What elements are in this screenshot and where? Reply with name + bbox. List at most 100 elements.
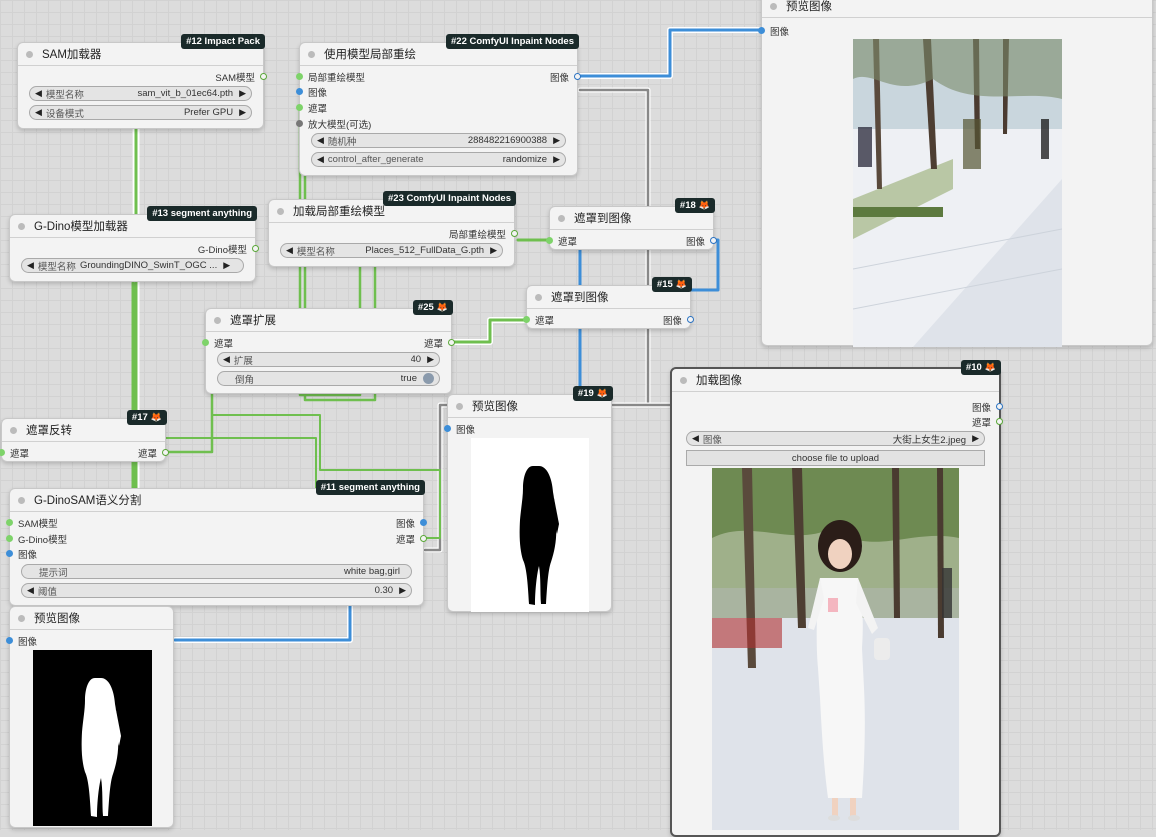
collapse-dot-icon[interactable]	[214, 316, 221, 324]
input-slot-sam-model[interactable]: SAM模型	[6, 516, 58, 530]
output-slot-mask[interactable]: 遮罩	[972, 415, 1003, 429]
node-invert-mask[interactable]: #17 🦊 遮罩反转 遮罩 遮罩	[0, 410, 169, 462]
node-gdino-loader[interactable]: #13 segment anything G-Dino模型加载器 G-Dino模…	[9, 206, 259, 282]
widget-control-after-generate[interactable]: ◀ control_after_generate randomize ▶	[311, 152, 566, 167]
input-slot-mask[interactable]: 遮罩	[0, 446, 29, 460]
widget-prompt[interactable]: 提示词 white bag,girl	[21, 564, 412, 579]
arrow-left-icon[interactable]: ◀	[692, 433, 699, 444]
arrow-left-icon[interactable]: ◀	[35, 107, 42, 118]
node-grow-mask[interactable]: #25 🦊 遮罩扩展 遮罩 遮罩 ◀ 扩展 40 ▶ 倒角 true	[202, 300, 455, 394]
collapse-dot-icon[interactable]	[308, 50, 315, 58]
node-load-image[interactable]: #10 🦊 加载图像 图像 遮罩 ◀ 图像 大街上女生2.jpeg ▶ choose f…	[670, 360, 1003, 837]
arrow-left-icon[interactable]: ◀	[286, 245, 293, 256]
collapse-dot-icon[interactable]	[26, 50, 33, 58]
input-slot-mask[interactable]: 遮罩	[523, 313, 554, 327]
widget-seed[interactable]: ◀ 随机种 288482216900388 ▶	[311, 133, 566, 148]
output-slot-image[interactable]: 图像	[972, 400, 1003, 414]
fox-icon: 🦊	[675, 279, 687, 289]
output-slot-mask[interactable]: 遮罩	[424, 336, 455, 350]
input-pin-icon	[296, 88, 303, 95]
widget-model-name[interactable]: ◀ 模型名称 GroundingDINO_SwinT_OGC ... ▶	[21, 258, 244, 273]
arrow-left-icon[interactable]: ◀	[27, 585, 34, 596]
widget-threshold[interactable]: ◀ 阈值 0.30 ▶	[21, 583, 412, 598]
collapse-dot-icon[interactable]	[680, 376, 687, 384]
fox-icon: 🦊	[436, 302, 448, 312]
node-mask-to-image-15[interactable]: #15 🦊 遮罩到图像 遮罩 图像	[523, 277, 694, 329]
arrow-right-icon[interactable]: ▶	[427, 354, 434, 365]
arrow-left-icon[interactable]: ◀	[27, 260, 34, 271]
input-pin-icon	[296, 73, 303, 80]
arrow-left-icon[interactable]: ◀	[317, 135, 324, 146]
input-pin-icon	[523, 316, 530, 323]
node-sam-loader[interactable]: #12 Impact Pack SAM加载器 SAM模型 ◀ 模型名称 sam_vi…	[17, 34, 267, 129]
output-pin-icon	[420, 519, 427, 526]
collapse-dot-icon[interactable]	[558, 214, 565, 222]
collapse-dot-icon[interactable]	[18, 496, 25, 504]
toggle-icon[interactable]	[423, 373, 434, 384]
output-slot-image[interactable]: 图像	[663, 313, 694, 327]
widget-tapered-corners[interactable]: 倒角 true	[217, 371, 440, 386]
node-preview-image-bottom[interactable]: 预览图像 图像	[6, 606, 174, 828]
input-slot-mask[interactable]: 遮罩	[296, 101, 327, 115]
node-preview-image-19[interactable]: #19 🦊 预览图像 图像	[444, 386, 613, 612]
collapse-dot-icon[interactable]	[18, 614, 25, 622]
node-badge: #23 ComfyUI Inpaint Nodes	[383, 191, 516, 206]
collapse-dot-icon[interactable]	[277, 207, 284, 215]
arrow-right-icon[interactable]: ▶	[399, 585, 406, 596]
node-title[interactable]: 加载图像	[672, 369, 999, 392]
arrow-right-icon[interactable]: ▶	[490, 245, 497, 256]
arrow-right-icon[interactable]: ▶	[553, 135, 560, 146]
collapse-dot-icon[interactable]	[18, 222, 25, 230]
arrow-left-icon[interactable]: ◀	[35, 88, 42, 99]
input-slot-image[interactable]: 图像	[6, 547, 37, 561]
arrow-left-icon[interactable]: ◀	[223, 354, 230, 365]
input-pin-icon	[444, 425, 451, 432]
input-slot-image[interactable]: 图像	[758, 24, 789, 38]
node-badge: #12 Impact Pack	[181, 34, 265, 49]
arrow-right-icon[interactable]: ▶	[239, 107, 246, 118]
collapse-dot-icon[interactable]	[770, 2, 777, 10]
widget-expand[interactable]: ◀ 扩展 40 ▶	[217, 352, 440, 367]
input-slot-mask[interactable]: 遮罩	[202, 336, 233, 350]
output-pin-icon	[996, 418, 1003, 425]
input-pin-icon	[202, 339, 209, 346]
widget-model-name[interactable]: ◀ 模型名称 sam_vit_b_01ec64.pth ▶	[29, 86, 252, 101]
arrow-right-icon[interactable]: ▶	[239, 88, 246, 99]
node-gdinosam-segment[interactable]: #11 segment anything G-DinoSAM语义分割 SAM模型…	[6, 480, 427, 606]
arrow-right-icon[interactable]: ▶	[223, 260, 230, 271]
arrow-right-icon[interactable]: ▶	[972, 433, 979, 444]
input-slot-mask[interactable]: 遮罩	[546, 234, 577, 248]
output-slot-inpaint-model[interactable]: 局部重绘模型	[449, 227, 518, 241]
output-slot-sam-model[interactable]: SAM模型	[215, 70, 267, 84]
input-slot-image[interactable]: 图像	[296, 85, 327, 99]
node-title[interactable]: 预览图像	[10, 607, 173, 630]
output-slot-image[interactable]: 图像	[396, 516, 427, 530]
input-slot-gdino-model[interactable]: G-Dino模型	[6, 532, 67, 546]
collapse-dot-icon[interactable]	[10, 426, 17, 434]
input-slot-image[interactable]: 图像	[6, 634, 37, 648]
node-title[interactable]: 预览图像	[762, 0, 1152, 18]
arrow-right-icon[interactable]: ▶	[553, 154, 560, 165]
output-slot-gdino-model[interactable]: G-Dino模型	[198, 242, 259, 256]
widget-image-select[interactable]: ◀ 图像 大街上女生2.jpeg ▶	[686, 431, 985, 446]
input-slot-upscale-model[interactable]: 放大模型(可选)	[296, 117, 371, 131]
node-badge: #15 🦊	[651, 277, 692, 292]
input-slot-image[interactable]: 图像	[444, 422, 475, 436]
output-slot-mask[interactable]: 遮罩	[396, 532, 427, 546]
upload-button[interactable]: choose file to upload	[686, 450, 985, 466]
widget-model-name[interactable]: ◀ 模型名称 Places_512_FullData_G.pth ▶	[280, 243, 503, 258]
widget-device-mode[interactable]: ◀ 设备模式 Prefer GPU ▶	[29, 105, 252, 120]
node-load-inpaint-model[interactable]: #23 ComfyUI Inpaint Nodes 加载局部重绘模型 局部重绘模…	[268, 191, 518, 267]
fox-icon: 🦊	[150, 412, 162, 422]
output-slot-image[interactable]: 图像	[686, 234, 717, 248]
arrow-left-icon[interactable]: ◀	[317, 154, 324, 165]
collapse-dot-icon[interactable]	[535, 293, 542, 301]
node-mask-to-image-18[interactable]: #18 🦊 遮罩到图像 遮罩 图像	[546, 198, 717, 250]
node-inpaint-using-model[interactable]: #22 ComfyUI Inpaint Nodes 使用模型局部重绘 局部重绘模…	[296, 34, 581, 176]
output-slot-mask[interactable]: 遮罩	[138, 446, 169, 460]
collapse-dot-icon[interactable]	[456, 402, 463, 410]
output-slot-image[interactable]: 图像	[550, 70, 581, 84]
input-slot-inpaint-model[interactable]: 局部重绘模型	[296, 70, 365, 84]
input-pin-icon	[6, 637, 13, 644]
node-preview-image-top[interactable]: 预览图像 图像	[758, 0, 1153, 347]
